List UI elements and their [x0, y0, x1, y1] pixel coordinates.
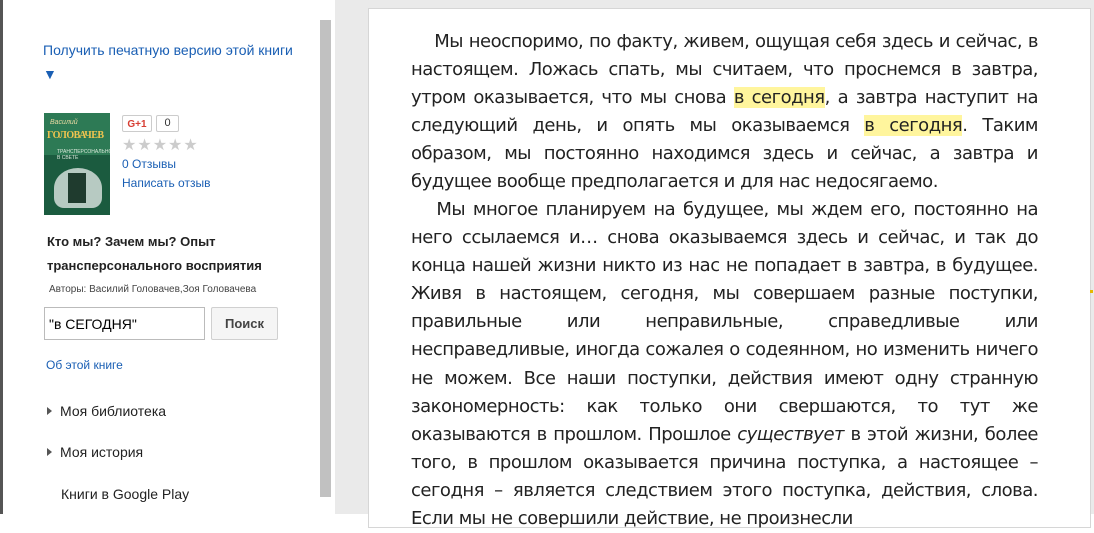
cover-subtitle-text: ТРАНСПЕРСОНАЛЬНОЕ В СВЕТЕ — [57, 149, 110, 161]
nav-my-library[interactable]: Моя библиотека — [47, 403, 166, 419]
book-cover-image[interactable]: Василий ГОЛОВАЧЕВ ТРАНСПЕРСОНАЛЬНОЕ В СВ… — [44, 113, 110, 215]
search-highlight-1: в сегодня — [733, 87, 825, 109]
get-print-version-link[interactable]: Получить печатную версию этой книги ▼ — [43, 38, 293, 86]
p2-emphasis: существует — [737, 423, 844, 445]
about-this-book-link[interactable]: Об этой книге — [46, 358, 123, 372]
search-highlight-2: в сегодня — [864, 115, 963, 137]
write-review-link[interactable]: Написать отзыв — [122, 176, 210, 190]
search-in-book-input[interactable] — [44, 307, 205, 340]
left-sidebar: Получить печатную версию этой книги ▼ Ва… — [0, 0, 335, 514]
page-edge-marker — [1090, 290, 1093, 293]
page-paragraph-1: Мы неоспоримо, по факту, живем, ощущая с… — [411, 28, 1039, 197]
reviews-link[interactable]: 0 Отзывы — [122, 157, 176, 171]
nav-my-history[interactable]: Моя история — [47, 444, 143, 460]
nav-google-play-books[interactable]: Книги в Google Play — [61, 486, 189, 502]
page-paragraph-2: Мы многое планируем на будущее, мы ждем … — [411, 196, 1039, 533]
google-plus-one-button[interactable]: G+1 — [122, 115, 152, 132]
book-title: Кто мы? Зачем мы? Опыт трансперсональног… — [47, 234, 262, 273]
sidebar-scrollbar[interactable] — [320, 20, 331, 497]
p2-text-a: Мы многое планируем на будущее, мы ждем … — [411, 199, 1039, 445]
rating-stars-icon: ★★★★★ — [122, 137, 199, 154]
plus-one-count: 0 — [156, 115, 179, 132]
cover-figure — [68, 173, 86, 203]
search-button[interactable]: Поиск — [211, 307, 278, 340]
expand-triangle-icon — [47, 448, 52, 457]
cover-name-text: ГОЛОВАЧЕВ — [47, 130, 104, 141]
cover-author-text: Василий — [50, 119, 78, 126]
nav-my-history-label: Моя история — [60, 444, 144, 460]
nav-my-library-label: Моя библиотека — [60, 403, 167, 419]
expand-triangle-icon — [47, 407, 52, 416]
book-authors: Авторы: Василий Головачев,Зоя Головачева — [49, 284, 257, 295]
